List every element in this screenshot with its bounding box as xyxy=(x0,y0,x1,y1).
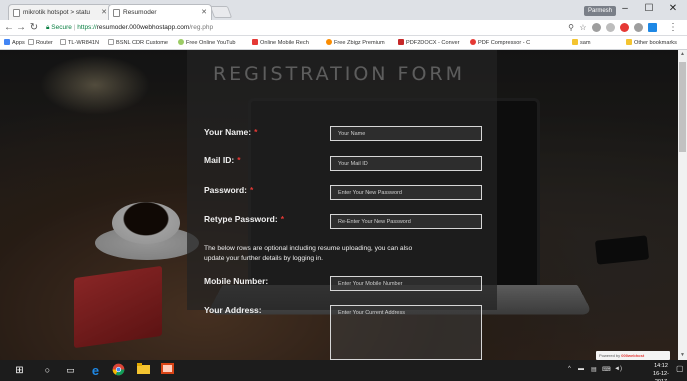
extension-icon[interactable] xyxy=(606,23,615,32)
mobile-label: Mobile Number: xyxy=(204,276,269,286)
scroll-down-arrow-icon[interactable]: ▼ xyxy=(679,352,686,358)
host-logo: 000webhost xyxy=(621,353,645,358)
tab-mikrotik[interactable]: mikrotik hotspot > statu ✕ xyxy=(8,4,112,20)
address-textarea[interactable] xyxy=(330,305,482,360)
lock-icon: 🔒︎ xyxy=(46,24,50,31)
minimize-button[interactable]: – xyxy=(616,3,634,14)
bookmark-bsnl[interactable]: BSNL CDR Custome xyxy=(108,39,168,47)
page-scrollbar[interactable]: ▲ ▼ xyxy=(678,50,687,360)
page-icon xyxy=(108,39,114,45)
image-app-icon[interactable] xyxy=(160,363,175,378)
windows-taskbar: ⊞ ○ ▭ e ^ ▬ ▤ ⌨ ◄) 14:12 16-12-2017 ▢ xyxy=(0,360,687,381)
reload-icon[interactable]: ↻ xyxy=(29,22,39,34)
page-icon xyxy=(113,9,120,17)
site-icon xyxy=(470,39,476,45)
extension-icon[interactable] xyxy=(620,23,629,32)
forward-arrow-icon[interactable]: → xyxy=(16,22,26,34)
bookmarks-bar: Apps Router TL-WR841N BSNL CDR Custome F… xyxy=(0,36,687,50)
scroll-up-arrow-icon[interactable]: ▲ xyxy=(679,51,686,57)
page-icon xyxy=(13,9,20,17)
close-tab-icon[interactable]: ✕ xyxy=(101,8,107,16)
browser-toolbar: ← → ↻ 🔒︎ Secure | https://resumoder.000w… xyxy=(0,20,687,36)
file-explorer-icon[interactable] xyxy=(136,363,151,378)
required-marker: * xyxy=(254,127,258,137)
tab-strip: mikrotik hotspot > statu ✕ Resumoder ✕ P… xyxy=(0,0,687,20)
email-input[interactable] xyxy=(330,156,482,171)
extension-icon[interactable] xyxy=(592,23,601,32)
bulb-icon xyxy=(178,39,184,45)
tab-label: Resumoder xyxy=(123,9,157,16)
folder-icon xyxy=(572,39,578,45)
notification-center-icon[interactable]: ▢ xyxy=(676,364,684,373)
bookmark-zbigz[interactable]: Free Zbigz Premium xyxy=(326,39,385,47)
volume-icon[interactable]: ◄) xyxy=(614,366,622,372)
address-bar[interactable]: 🔒︎ Secure | https://resumoder.000webhost… xyxy=(46,22,606,34)
optional-fields-note: The below rows are optional including re… xyxy=(204,245,413,262)
address-label: Your Address: xyxy=(204,305,262,315)
bookmark-tl-wr841n[interactable]: TL-WR841N xyxy=(60,39,99,47)
password-label: Password: * xyxy=(204,185,254,195)
tray-expand-icon[interactable]: ^ xyxy=(568,366,571,372)
required-marker: * xyxy=(280,214,285,224)
name-input[interactable] xyxy=(330,126,482,141)
bookmark-pdf-compressor[interactable]: PDF Compressor - C xyxy=(470,39,530,47)
close-window-button[interactable]: ✕ xyxy=(664,3,682,14)
profile-button[interactable]: Parmesh xyxy=(584,6,617,16)
password-input[interactable] xyxy=(330,185,482,200)
bookmark-sam[interactable]: sam xyxy=(572,39,591,47)
apps-grid-icon xyxy=(4,39,10,45)
required-marker: * xyxy=(237,155,241,165)
new-tab-button[interactable] xyxy=(209,6,233,18)
clock-date: 16-12-2017 xyxy=(653,371,669,381)
site-icon xyxy=(326,39,332,45)
star-icon[interactable]: ☆ xyxy=(578,22,588,34)
url-host: resumoder.000webhostapp.com xyxy=(96,24,190,31)
bookmark-apps[interactable]: Apps xyxy=(4,39,25,47)
battery-icon[interactable]: ▬ xyxy=(578,366,584,372)
mail-label: Mail ID: * xyxy=(204,155,241,165)
maximize-button[interactable]: ☐ xyxy=(640,3,658,14)
page-icon xyxy=(60,39,66,45)
clock-time: 14:12 xyxy=(654,363,668,369)
chrome-icon[interactable] xyxy=(111,363,126,378)
back-arrow-icon[interactable]: ← xyxy=(4,22,14,34)
extension-icon[interactable] xyxy=(634,23,643,32)
mobile-input[interactable] xyxy=(330,276,482,291)
extension-icon[interactable] xyxy=(648,23,657,32)
name-label: Your Name: * xyxy=(204,127,258,137)
retype-password-label: Retype Password: * xyxy=(204,214,285,224)
retype-password-input[interactable] xyxy=(330,214,482,229)
scrollbar-thumb[interactable] xyxy=(679,62,686,152)
task-view-icon[interactable]: ▭ xyxy=(63,363,78,378)
registration-form xyxy=(187,50,497,310)
tab-label: mikrotik hotspot > statu xyxy=(23,9,91,16)
taskbar-clock[interactable]: 14:12 16-12-2017 xyxy=(648,362,674,381)
bookmark-other[interactable]: Other bookmarks xyxy=(626,39,677,47)
hosting-badge[interactable]: Powered by 000webhost xyxy=(596,351,670,360)
required-marker: * xyxy=(250,185,254,195)
network-icon[interactable]: ▤ xyxy=(591,366,597,373)
search-icon[interactable]: ○ xyxy=(40,363,55,378)
folder-icon xyxy=(626,39,632,45)
bookmark-pdf2docx[interactable]: PDF2DOCX - Conver xyxy=(398,39,459,47)
bookmark-youtube[interactable]: Free Online YouTub xyxy=(178,39,236,47)
url-path: /reg.php xyxy=(189,24,214,31)
zoom-icon[interactable]: ⚲ xyxy=(566,22,576,34)
secure-label: Secure xyxy=(51,24,72,31)
bookmark-mobile-recharge[interactable]: Online Mobile Rech xyxy=(252,39,309,47)
site-icon xyxy=(252,39,258,45)
page-icon xyxy=(28,39,34,45)
site-icon xyxy=(398,39,404,45)
tab-resumoder[interactable]: Resumoder ✕ xyxy=(108,4,212,20)
bookmark-router[interactable]: Router xyxy=(28,39,53,47)
keyboard-icon[interactable]: ⌨ xyxy=(602,366,611,373)
close-tab-icon[interactable]: ✕ xyxy=(201,8,207,16)
edge-browser-icon[interactable]: e xyxy=(88,363,103,378)
menu-dots-icon[interactable]: ⋮ xyxy=(668,22,678,34)
url-protocol: https:// xyxy=(77,24,97,31)
windows-start-icon[interactable]: ⊞ xyxy=(12,363,27,378)
